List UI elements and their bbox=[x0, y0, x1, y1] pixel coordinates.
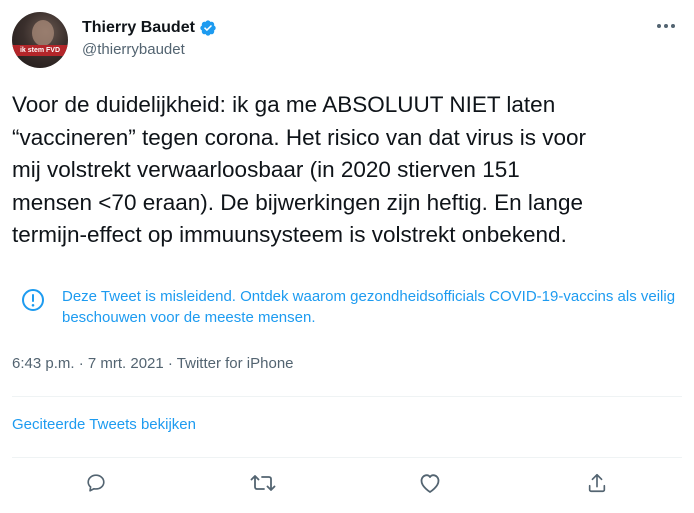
author-info: Thierry Baudet @thierrybaudet bbox=[82, 18, 217, 60]
author-name-row[interactable]: Thierry Baudet bbox=[82, 18, 217, 38]
avatar-face bbox=[32, 20, 54, 46]
misleading-notice-link[interactable]: Deze Tweet is misleidend. Ontdek waarom … bbox=[62, 286, 682, 328]
author-display-name[interactable]: Thierry Baudet bbox=[82, 18, 195, 38]
divider bbox=[12, 396, 682, 397]
tweet-text: Voor de duidelijkheid: ik ga me ABSOLUUT… bbox=[12, 92, 587, 247]
misleading-notice: Deze Tweet is misleidend. Ontdek waarom … bbox=[12, 284, 682, 332]
tweet-header: ik stem FVD Thierry Baudet @thierrybaude… bbox=[12, 12, 682, 70]
verified-badge-icon bbox=[199, 19, 217, 37]
avatar-ribbon: ik stem FVD bbox=[12, 45, 68, 56]
more-options-icon[interactable] bbox=[654, 14, 678, 38]
share-icon[interactable] bbox=[584, 470, 610, 496]
author-handle[interactable]: @thierrybaudet bbox=[82, 40, 217, 60]
like-icon[interactable] bbox=[417, 470, 443, 496]
exclamation-circle-icon bbox=[21, 288, 45, 312]
reply-icon[interactable] bbox=[83, 470, 109, 496]
retweet-icon[interactable] bbox=[250, 470, 276, 496]
divider bbox=[12, 457, 682, 458]
avatar[interactable]: ik stem FVD bbox=[12, 12, 68, 68]
quoted-tweets-link[interactable]: Geciteerde Tweets bekijken bbox=[12, 416, 196, 433]
action-bar bbox=[0, 470, 694, 502]
tweet-meta: 6:43 p.m. · 7 mrt. 2021 · Twitter for iP… bbox=[12, 355, 294, 372]
